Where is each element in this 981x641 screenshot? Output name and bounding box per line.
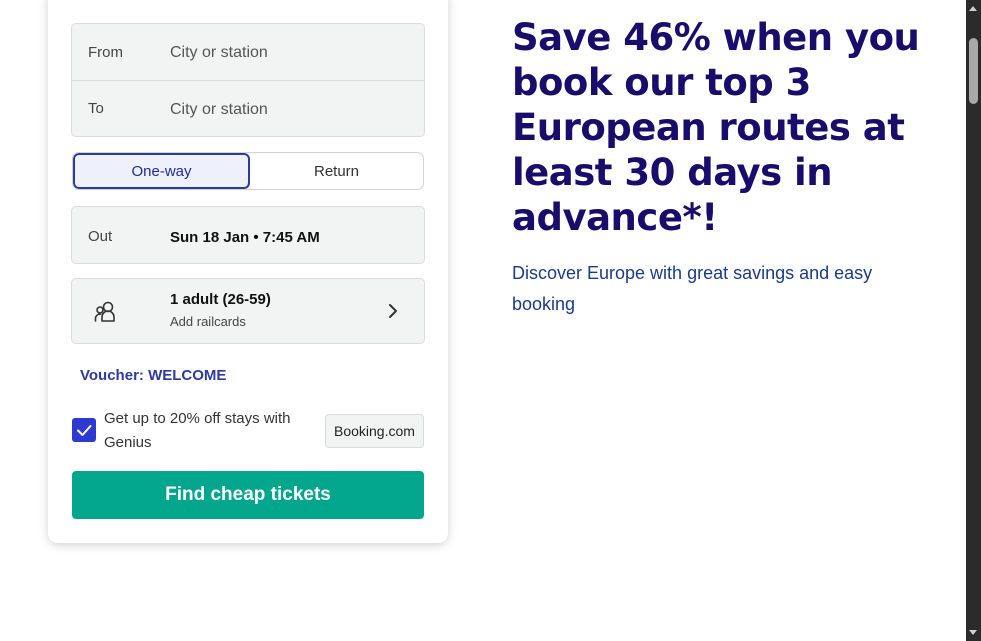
booking-partner-badge: Booking.com: [325, 414, 424, 448]
station-fields: From To: [71, 23, 425, 137]
voucher-label: Voucher: WELCOME: [80, 367, 227, 384]
check-icon: [77, 425, 92, 436]
passengers-selector[interactable]: 1 adult (26-59) Add railcards: [71, 278, 425, 344]
chevron-right-icon: [389, 304, 397, 318]
promo-subtext: Discover Europe with great savings and e…: [512, 263, 873, 314]
find-tickets-button[interactable]: Find cheap tickets: [72, 471, 424, 519]
outbound-date-field[interactable]: Out Sun 18 Jan • 7:45 AM: [71, 206, 425, 264]
one-way-button[interactable]: One-way: [73, 153, 250, 189]
scroll-down-arrow-icon[interactable]: [969, 630, 977, 635]
genius-offer-text: Get up to 20% off stays with Genius: [104, 410, 291, 451]
trip-type-toggle: One-way Return: [72, 152, 424, 190]
to-input[interactable]: [170, 99, 400, 121]
vertical-scrollbar[interactable]: [966, 0, 981, 641]
promo-headline: Save 46% when you book our top 3 Europea…: [512, 16, 920, 239]
passenger-summary: 1 adult (26-59): [170, 291, 271, 308]
scrollbar-thumb[interactable]: [969, 38, 978, 104]
to-label: To: [88, 100, 104, 117]
outbound-label: Out: [88, 228, 113, 245]
scroll-up-arrow-icon[interactable]: [969, 6, 977, 11]
return-button[interactable]: Return: [250, 153, 423, 189]
passenger-icon: [94, 301, 115, 322]
add-railcards-link[interactable]: Add railcards: [170, 314, 246, 329]
from-label: From: [88, 44, 123, 61]
genius-checkbox[interactable]: [72, 418, 96, 442]
from-row[interactable]: From: [72, 24, 424, 80]
from-input[interactable]: [170, 42, 400, 64]
to-row[interactable]: To: [72, 80, 424, 136]
search-card: From To One-way Return Out Sun 18 Jan • …: [48, 0, 448, 543]
outbound-value: Sun 18 Jan • 7:45 AM: [170, 229, 320, 246]
